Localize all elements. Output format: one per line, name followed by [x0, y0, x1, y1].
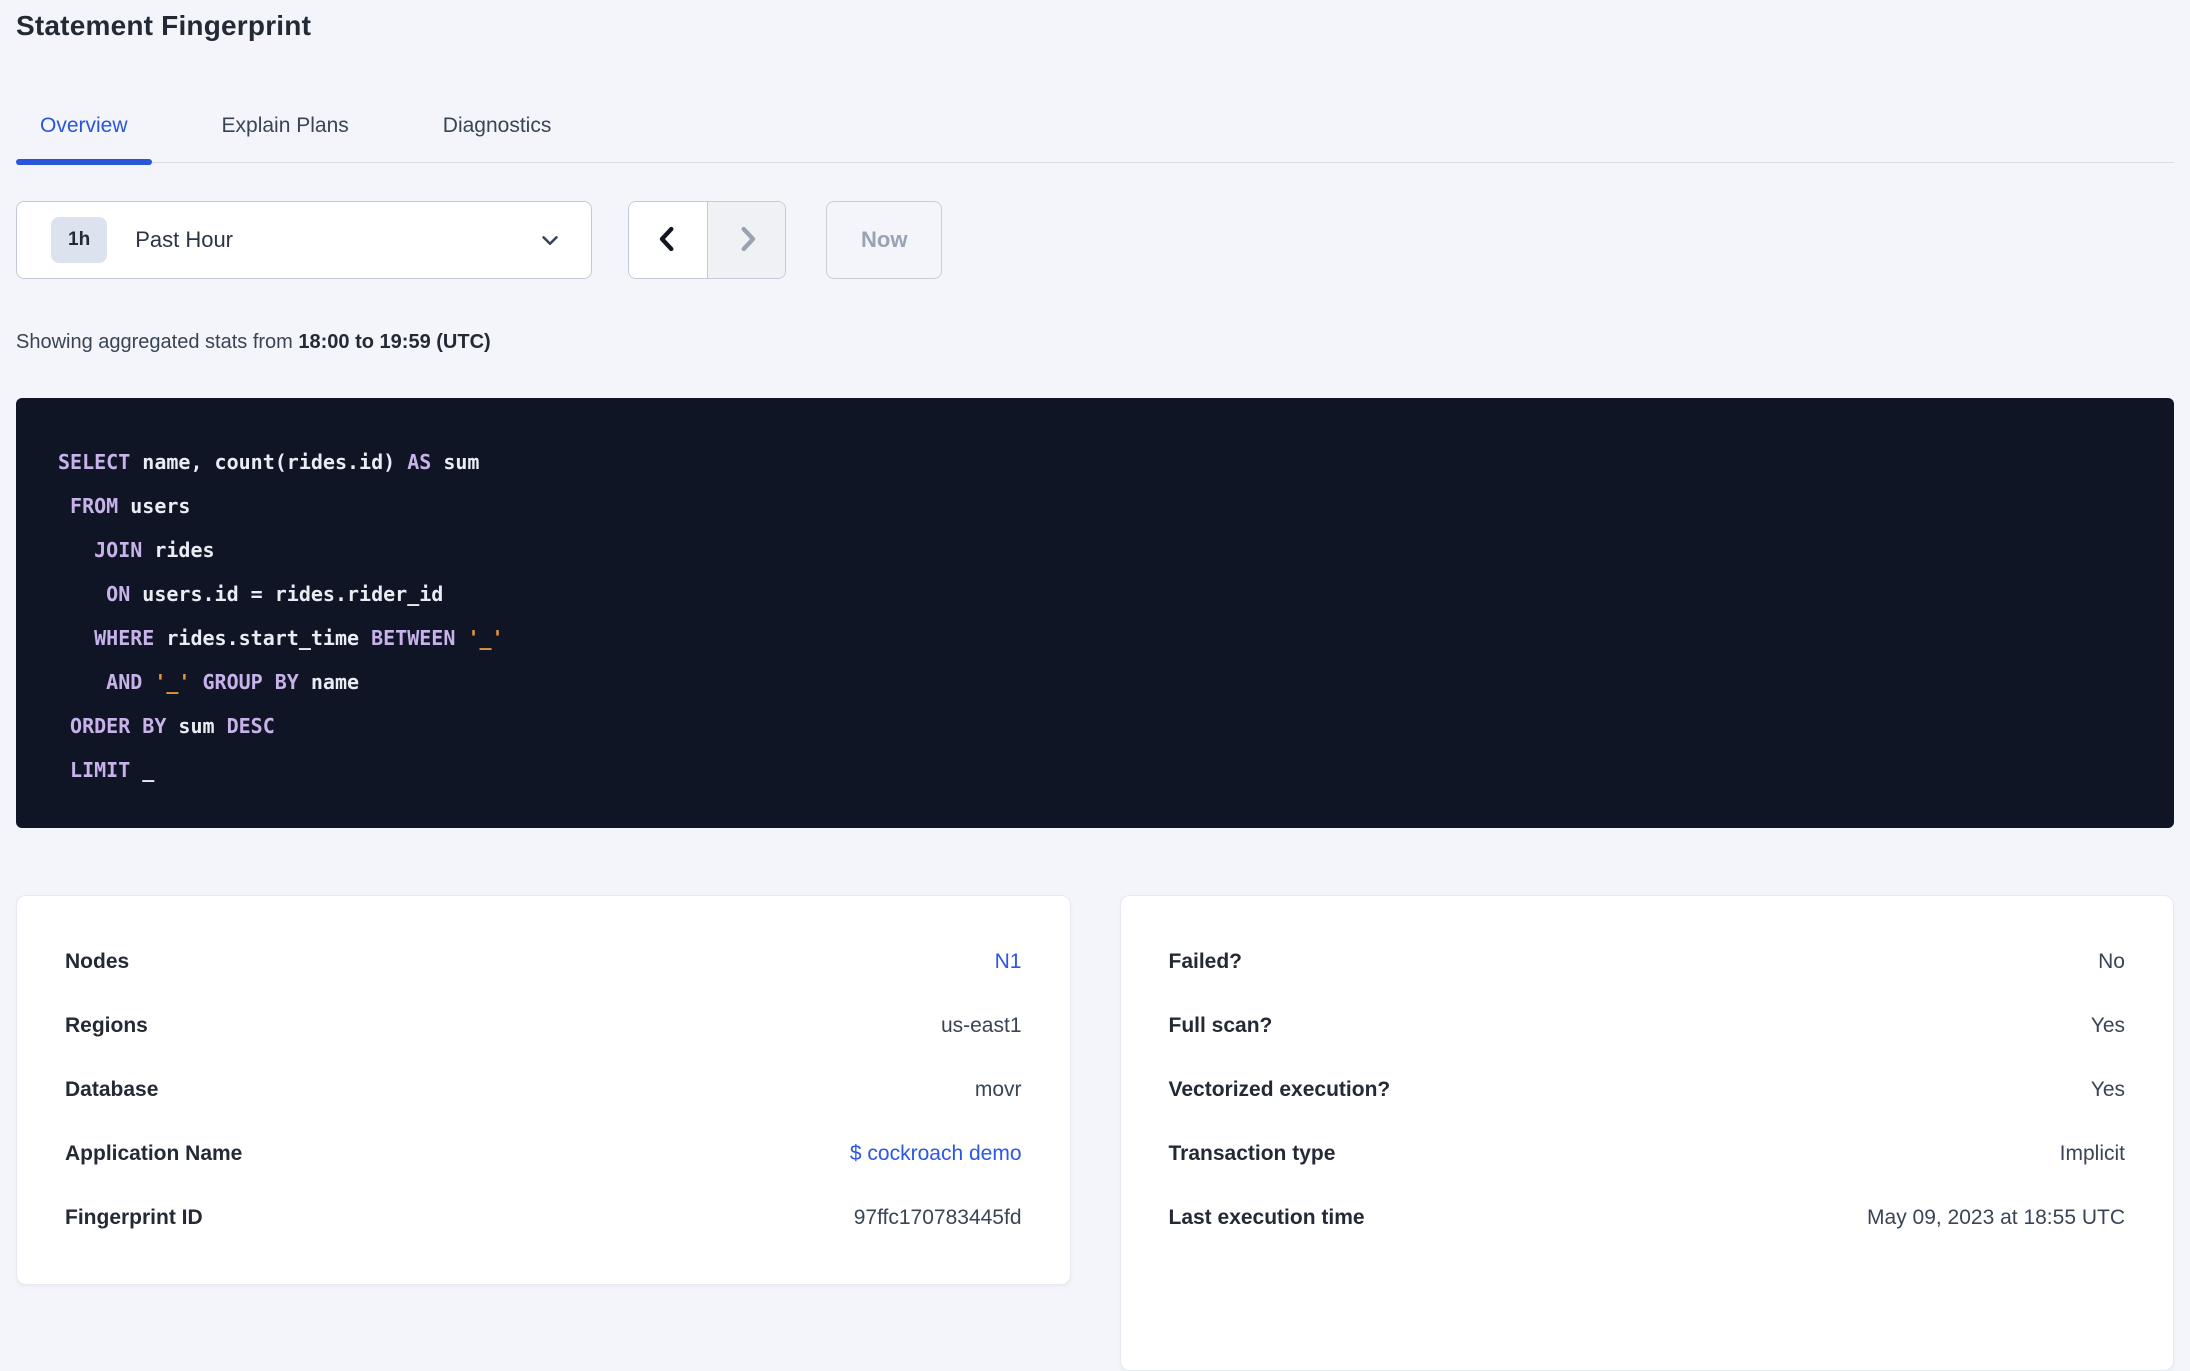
tab-diagnostics[interactable]: Diagnostics — [419, 114, 576, 162]
time-controls: 1h Past Hour Now — [16, 201, 2174, 279]
detail-label: Failed? — [1168, 950, 1243, 973]
detail-value: Yes — [2090, 1078, 2125, 1101]
prev-time-button[interactable] — [629, 202, 707, 278]
detail-value: movr — [974, 1078, 1022, 1101]
detail-value-link[interactable]: $ cockroach demo — [850, 1142, 1022, 1166]
detail-row-vectorized-execution: Vectorized execution? Yes — [1169, 1058, 2126, 1122]
sql-statement-text: SELECT name, count(rides.id) AS sum FROM… — [58, 450, 504, 782]
tab-explain-plans[interactable]: Explain Plans — [198, 114, 373, 162]
detail-value: Implicit — [2059, 1142, 2125, 1165]
detail-value: May 09, 2023 at 18:55 UTC — [1867, 1206, 2125, 1229]
detail-cards: Nodes N1 Regions us-east1 Database movr Applic… — [16, 895, 2174, 1371]
stats-summary: Showing aggregated stats from 18:00 to 1… — [16, 331, 2174, 354]
detail-row-transaction-type: Transaction type Implicit — [1169, 1122, 2126, 1186]
detail-row-last-execution-time: Last execution time May 09, 2023 at 18:55… — [1169, 1186, 2126, 1250]
detail-label: Transaction type — [1168, 1142, 1336, 1165]
detail-label: Regions — [65, 1014, 148, 1037]
detail-label: Fingerprint ID — [65, 1206, 203, 1229]
time-range-label: Past Hour — [135, 227, 234, 252]
chevron-down-icon — [537, 227, 563, 253]
statement-details-card: Nodes N1 Regions us-east1 Database movr Applic… — [16, 895, 1071, 1285]
stats-summary-prefix: Showing aggregated stats from — [16, 331, 299, 353]
execution-attributes-card: Failed? No Full scan? Yes Vectorized executi… — [1119, 895, 2174, 1371]
time-step-group — [628, 201, 786, 279]
tab-bar: Overview Explain Plans Diagnostics — [16, 114, 2174, 165]
detail-row-failed: Failed? No — [1169, 930, 2126, 994]
tab-overview[interactable]: Overview — [16, 114, 152, 165]
detail-row-database: Database movr — [65, 1058, 1022, 1122]
detail-row-nodes: Nodes N1 — [65, 930, 1022, 994]
time-range-badge: 1h — [51, 217, 108, 263]
detail-label: Last execution time — [1168, 1206, 1365, 1229]
detail-row-application-name: Application Name $ cockroach demo — [65, 1122, 1022, 1186]
next-time-button[interactable] — [707, 202, 785, 278]
detail-value: Yes — [2090, 1014, 2125, 1037]
chevron-right-icon — [731, 221, 763, 260]
detail-value: us-east1 — [940, 1014, 1022, 1037]
chevron-left-icon — [652, 221, 684, 260]
detail-row-regions: Regions us-east1 — [65, 994, 1022, 1058]
detail-label: Nodes — [65, 950, 130, 973]
page-title: Statement Fingerprint — [16, 10, 312, 41]
detail-row-full-scan: Full scan? Yes — [1169, 994, 2126, 1058]
detail-value: No — [2098, 950, 2125, 973]
time-range-dropdown[interactable]: 1h Past Hour — [16, 201, 592, 279]
sql-statement-box: SELECT name, count(rides.id) AS sum FROM… — [16, 398, 2174, 828]
detail-row-fingerprint-id: Fingerprint ID 97ffc170783445fd — [65, 1186, 1022, 1250]
detail-label: Database — [65, 1078, 159, 1101]
detail-value: 97ffc170783445fd — [853, 1206, 1022, 1229]
stats-summary-range: 18:00 to 19:59 (UTC) — [298, 331, 491, 353]
detail-value-link[interactable]: N1 — [995, 950, 1022, 974]
now-button[interactable]: Now — [826, 201, 943, 279]
detail-label: Application Name — [65, 1142, 243, 1165]
detail-label: Vectorized execution? — [1168, 1078, 1391, 1101]
detail-label: Full scan? — [1168, 1014, 1273, 1037]
